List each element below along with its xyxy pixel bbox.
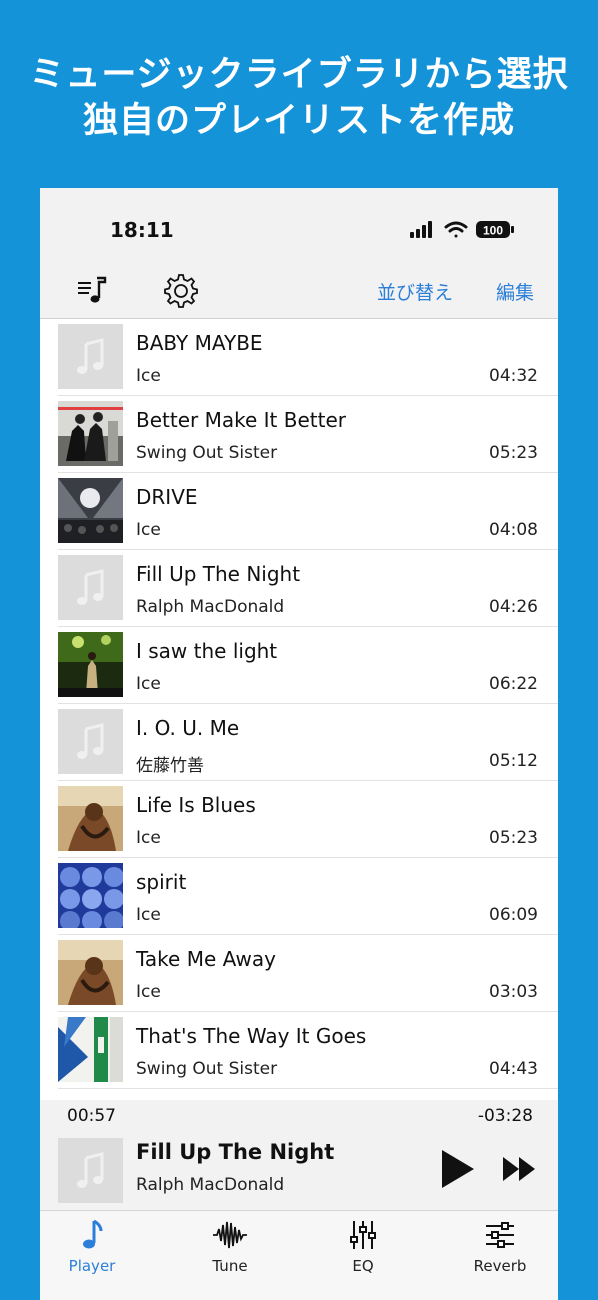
track-duration: 03:03 — [489, 982, 538, 1002]
track-artist: Ice — [136, 674, 161, 694]
album-art-concert — [58, 478, 123, 543]
playlist-icon[interactable] — [76, 274, 108, 310]
track-duration: 04:08 — [489, 520, 538, 540]
track-artist: Ice — [136, 982, 161, 1002]
equalizer-icon — [350, 1221, 376, 1249]
promo-header: ミュージックライブラリから選択 独自のプレイリストを作成 — [0, 52, 598, 144]
phone-screen: 18:11 100 並び替え 編集 BABY MAYBE Ice 04:32 B… — [40, 188, 558, 1300]
track-row[interactable]: Take Me Away Ice 03:03 — [40, 935, 558, 1012]
track-duration: 04:26 — [489, 597, 538, 617]
track-row[interactable]: That's The Way It Goes Swing Out Sister … — [40, 1012, 558, 1089]
track-artist: Ice — [136, 828, 161, 848]
promo-line-2: 独自のプレイリストを作成 — [82, 101, 515, 141]
music-note-icon — [83, 1219, 103, 1249]
track-row[interactable]: I saw the light Ice 06:22 — [40, 627, 558, 704]
track-row[interactable]: Life Is Blues Ice 05:23 — [40, 781, 558, 858]
track-row[interactable]: BABY MAYBE Ice 04:32 — [40, 319, 558, 396]
track-title: BABY MAYBE — [136, 331, 263, 355]
play-icon[interactable] — [440, 1148, 476, 1194]
track-row[interactable]: I. O. U. Me 佐藤竹善 05:12 — [40, 704, 558, 781]
track-list[interactable]: BABY MAYBE Ice 04:32 Better Make It Bett… — [40, 319, 558, 1100]
track-duration: 06:09 — [489, 905, 538, 925]
battery-icon: 100 — [476, 221, 514, 238]
tab-reverb[interactable]: Reverb — [450, 1219, 550, 1275]
track-title: Better Make It Better — [136, 408, 346, 432]
status-bar: 18:11 100 — [40, 188, 558, 268]
track-artist: Swing Out Sister — [136, 443, 278, 463]
waveform-icon — [213, 1221, 247, 1249]
track-duration: 05:23 — [489, 443, 538, 463]
now-playing-artist: Ralph MacDonald — [136, 1175, 285, 1195]
tab-tune[interactable]: Tune — [180, 1219, 280, 1275]
track-artist: Swing Out Sister — [136, 1059, 278, 1079]
track-title: DRIVE — [136, 485, 198, 509]
album-art-portrait — [58, 786, 123, 851]
album-art-street — [58, 401, 123, 466]
track-title: Life Is Blues — [136, 793, 256, 817]
now-playing-bar[interactable]: 00:57 -03:28 Fill Up The Night Ralph Mac… — [40, 1100, 558, 1210]
track-duration: 04:32 — [489, 366, 538, 386]
album-art-stage-green — [58, 632, 123, 697]
remaining-time: -03:28 — [477, 1106, 533, 1126]
album-art-placeholder — [58, 555, 123, 620]
edit-button[interactable]: 編集 — [496, 278, 534, 305]
track-row[interactable]: Fill Up The Night Ralph MacDonald 04:26 — [40, 550, 558, 627]
now-playing-art-placeholder — [58, 1138, 123, 1203]
album-art-blue-circles — [58, 863, 123, 928]
track-duration: 06:22 — [489, 674, 538, 694]
tab-label: EQ — [352, 1257, 374, 1275]
track-title: Take Me Away — [136, 947, 276, 971]
track-title: I. O. U. Me — [136, 716, 240, 740]
tab-label: Reverb — [473, 1257, 527, 1275]
track-row[interactable]: DRIVE Ice 04:08 — [40, 473, 558, 550]
cellular-signal-icon — [410, 221, 432, 238]
tab-player[interactable]: Player — [42, 1219, 142, 1275]
sort-button[interactable]: 並び替え — [377, 278, 453, 305]
album-art-portrait — [58, 940, 123, 1005]
track-title: Fill Up The Night — [136, 562, 301, 586]
track-artist: Ice — [136, 520, 161, 540]
status-icons: 100 — [410, 220, 520, 244]
svg-text:100: 100 — [483, 224, 503, 238]
track-title: spirit — [136, 870, 187, 894]
elapsed-time: 00:57 — [67, 1106, 116, 1126]
track-duration: 05:23 — [489, 828, 538, 848]
album-art-blue-green — [58, 1017, 123, 1082]
status-time: 18:11 — [110, 218, 174, 242]
fast-forward-icon[interactable] — [503, 1156, 537, 1186]
track-artist: 佐藤竹善 — [136, 756, 204, 776]
tab-label: Tune — [212, 1257, 248, 1275]
toolbar: 並び替え 編集 — [40, 268, 558, 318]
sliders-icon — [486, 1222, 514, 1248]
track-duration: 04:43 — [489, 1059, 538, 1079]
track-artist: Ralph MacDonald — [136, 597, 285, 617]
track-row[interactable]: Better Make It Better Swing Out Sister 0… — [40, 396, 558, 473]
track-artist: Ice — [136, 366, 161, 386]
tab-eq[interactable]: EQ — [313, 1219, 413, 1275]
track-duration: 05:12 — [489, 751, 538, 771]
wifi-icon — [444, 221, 468, 238]
album-art-placeholder — [58, 324, 123, 389]
tab-bar: Player Tune EQ Reverb — [40, 1210, 558, 1300]
now-playing-title: Fill Up The Night — [136, 1140, 335, 1164]
track-artist: Ice — [136, 905, 161, 925]
settings-gear-icon[interactable] — [162, 272, 200, 314]
tab-label: Player — [68, 1257, 116, 1275]
track-row[interactable]: spirit Ice 06:09 — [40, 858, 558, 935]
promo-line-1: ミュージックライブラリから選択 — [29, 55, 569, 95]
track-title: That's The Way It Goes — [136, 1024, 367, 1048]
track-title: I saw the light — [136, 639, 278, 663]
album-art-placeholder — [58, 709, 123, 774]
